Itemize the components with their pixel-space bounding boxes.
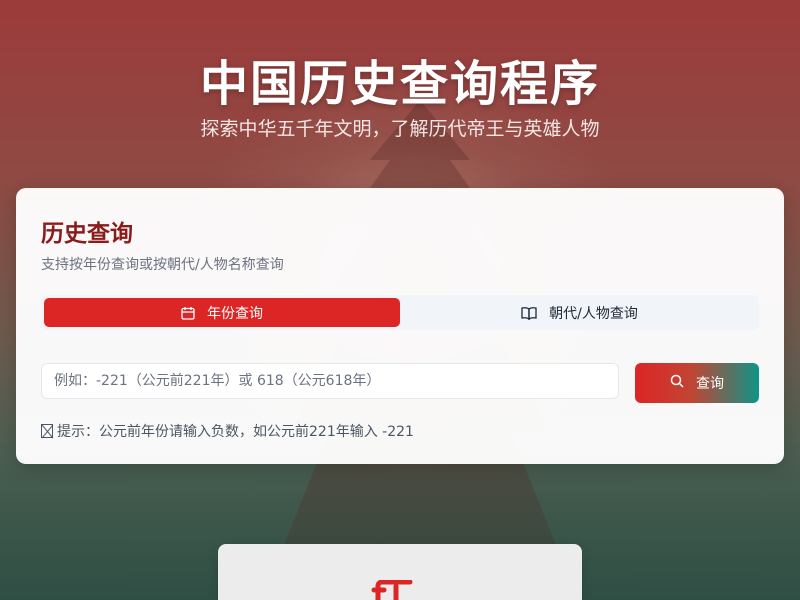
query-card: 历史查询 支持按年份查询或按朝代/人物名称查询 年份查询 朝代/人物查询 例如：… — [16, 188, 784, 464]
search-icon — [670, 374, 684, 392]
card-description: 支持按年份查询或按朝代/人物名称查询 — [41, 257, 284, 273]
page-subtitle: 探索中华五千年文明，了解历代帝王与英雄人物 — [200, 118, 600, 140]
hint-text: 提示：公元前年份请输入负数，如公元前221年输入 -221 — [57, 424, 414, 440]
card-title: 历史查询 — [41, 221, 133, 247]
calendar-icon — [181, 306, 195, 320]
page-title: 中国历史查询程序 — [199, 56, 600, 112]
tab-dynasty-label: 朝代/人物查询 — [549, 305, 638, 322]
tab-year-label: 年份查询 — [207, 305, 263, 322]
tab-year-query[interactable]: 年份查询 — [44, 298, 400, 327]
query-button-label: 查询 — [696, 376, 724, 392]
hint-text-row: 提示：公元前年份请输入负数，如公元前221年输入 -221 — [41, 421, 414, 441]
query-button[interactable]: 查询 — [635, 363, 759, 403]
result-placeholder-card — [218, 544, 582, 600]
query-mode-tabs: 年份查询 朝代/人物查询 — [41, 295, 759, 330]
scroll-icon — [371, 580, 413, 600]
year-search-input[interactable] — [41, 363, 619, 399]
info-icon — [41, 424, 53, 438]
book-open-icon — [521, 306, 537, 320]
tab-dynasty-person-query[interactable]: 朝代/人物查询 — [403, 298, 756, 327]
